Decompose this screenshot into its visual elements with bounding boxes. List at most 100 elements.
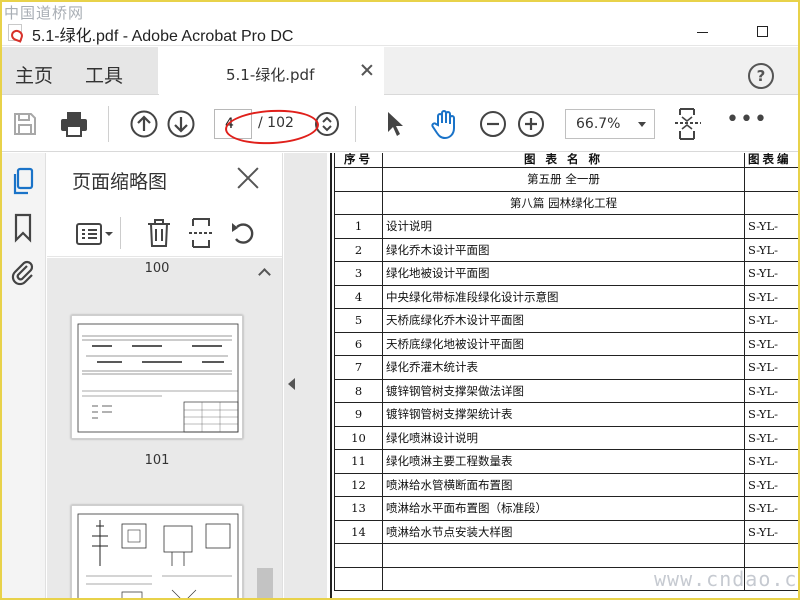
maximize-button[interactable] <box>742 18 782 44</box>
zoom-select[interactable]: 66.7% <box>565 109 655 139</box>
document-view[interactable]: 序号 图 表 名 称 图表编 第五册 全一册 第八篇 园林绿化工程 1 设计说明 S… <box>304 153 800 600</box>
row-number: 3 <box>334 261 383 286</box>
panel-separator <box>120 217 121 249</box>
menu-tools[interactable]: 工具 <box>85 61 123 88</box>
watermark-top: 中国道桥网 <box>4 4 85 22</box>
title-bar: 中国道桥网 5.1-绿化.pdf - Adobe Acrobat Pro DC <box>0 0 800 46</box>
attachments-button[interactable] <box>10 257 38 287</box>
row-title: 天桥底绿化地被设计平面图 <box>382 331 745 356</box>
bookmark-icon <box>14 213 32 243</box>
more-tools-icon[interactable]: ••• <box>726 109 768 131</box>
fit-page-button[interactable] <box>672 108 704 140</box>
save-icon <box>14 113 36 135</box>
document-page: 序号 图 表 名 称 图表编 第五册 全一册 第八篇 园林绿化工程 1 设计说明 S… <box>327 153 800 600</box>
row-code: S-YL- <box>744 261 800 286</box>
row-code: S-YL- <box>744 308 800 333</box>
help-icon[interactable]: ? <box>748 63 774 89</box>
table-row: 14 喷淋给水节点安装大样图 S-YL- <box>334 519 800 544</box>
row-number: 10 <box>334 425 383 450</box>
thumbnail-page[interactable] <box>71 315 243 439</box>
acrobat-pdf-icon <box>8 24 22 41</box>
toolbar: 4 / 102 66.7% ••• <box>0 96 800 152</box>
row-number: 14 <box>334 519 383 544</box>
row-code: S-YL- <box>744 214 800 239</box>
thumbnail-number: 100 <box>144 261 170 276</box>
table-row: 7 绿化乔灌木统计表 S-YL- <box>334 355 800 380</box>
row-title: 镀锌钢管树支撑架统计表 <box>382 402 745 427</box>
table-empty-row <box>334 543 800 568</box>
bookmarks-button[interactable] <box>10 213 38 243</box>
row-number: 5 <box>334 308 383 333</box>
row-title: 中央绿化带标准段绿化设计示意图 <box>382 284 745 309</box>
panel-close-icon[interactable] <box>237 167 259 189</box>
hand-icon <box>431 110 455 140</box>
table-row: 3 绿化地被设计平面图 S-YL- <box>334 261 800 286</box>
select-tool-button[interactable] <box>380 108 410 140</box>
table-row: 8 镀锌钢管树支撑架做法详图 S-YL- <box>334 378 800 403</box>
row-code: S-YL- <box>744 449 800 474</box>
next-page-button[interactable] <box>165 108 197 140</box>
table-row: 2 绿化乔木设计平面图 S-YL- <box>334 237 800 262</box>
document-tab-label: 5.1-绿化.pdf <box>226 66 315 84</box>
section-label: 第八篇 园林绿化工程 <box>382 190 745 215</box>
previous-page-button[interactable] <box>128 108 160 140</box>
tab-close-icon[interactable] <box>361 64 373 76</box>
row-title: 喷淋给水管横断面布置图 <box>382 472 745 497</box>
row-code: S-YL- <box>744 402 800 427</box>
drawing-index-table: 序号 图 表 名 称 图表编 第五册 全一册 第八篇 园林绿化工程 1 设计说明 S… <box>334 153 800 591</box>
arrow-down-circle-icon <box>167 110 195 138</box>
row-number: 8 <box>334 378 383 403</box>
rotate-icon <box>232 223 254 244</box>
header-number: 序号 <box>334 153 383 168</box>
page-border-line <box>330 153 332 600</box>
insert-page-button[interactable] <box>187 217 217 249</box>
section-label: 第五册 全一册 <box>382 167 745 192</box>
trash-icon <box>148 219 170 247</box>
panel-collapse-handle[interactable] <box>284 153 304 600</box>
tab-bar: 主页 工具 5.1-绿化.pdf ? <box>0 47 800 95</box>
chevron-up-icon[interactable] <box>258 268 271 281</box>
minimize-icon <box>696 31 708 33</box>
zoom-in-button[interactable] <box>516 108 546 140</box>
page-thumbnails-icon <box>13 167 34 195</box>
table-row: 1 设计说明 S-YL- <box>334 214 800 239</box>
row-code: S-YL- <box>744 378 800 403</box>
insert-page-icon <box>189 218 213 248</box>
thumbnail-options-button[interactable] <box>75 219 115 249</box>
thumbnail-page[interactable] <box>71 505 243 600</box>
hand-tool-button[interactable] <box>428 108 462 140</box>
print-button[interactable] <box>58 108 90 140</box>
page-thumbnails-button[interactable] <box>10 167 38 197</box>
delete-page-button[interactable] <box>145 217 175 249</box>
thumbnail-number: 101 <box>144 453 170 468</box>
header-name: 图 表 名 称 <box>382 153 745 168</box>
scrollbar-thumb[interactable] <box>257 568 273 598</box>
row-number: 13 <box>334 496 383 521</box>
row-code: S-YL- <box>744 284 800 309</box>
arrow-up-circle-icon <box>130 110 158 138</box>
minimize-button[interactable] <box>682 18 722 44</box>
header-code: 图表编 <box>744 153 800 168</box>
thumbnails-panel: 页面缩略图 100 101 <box>47 153 283 600</box>
thumbnail-scrollbar[interactable] <box>255 258 275 600</box>
row-title: 绿化喷淋设计说明 <box>382 425 745 450</box>
row-title: 天桥底绿化乔木设计平面图 <box>382 308 745 333</box>
row-code: S-YL- <box>744 331 800 356</box>
zoom-out-button[interactable] <box>478 108 508 140</box>
menu-home[interactable]: 主页 <box>15 61 53 88</box>
table-row: 10 绿化喷淋设计说明 S-YL- <box>334 425 800 450</box>
options-menu-icon <box>76 223 113 245</box>
table-section-row: 第八篇 园林绿化工程 <box>334 190 800 215</box>
tab-bar-empty: ? <box>384 47 800 94</box>
document-tab[interactable]: 5.1-绿化.pdf <box>159 47 384 95</box>
row-number: 2 <box>334 237 383 262</box>
thumbnail-list[interactable]: 100 101 <box>47 258 282 600</box>
window-title: 5.1-绿化.pdf - Adobe Acrobat Pro DC <box>32 28 294 45</box>
row-title: 绿化乔灌木统计表 <box>382 355 745 380</box>
rotate-page-button[interactable] <box>229 217 259 249</box>
collapse-arrow-icon <box>288 378 295 390</box>
row-code: S-YL- <box>744 355 800 380</box>
row-code: S-YL- <box>744 472 800 497</box>
row-title: 设计说明 <box>382 214 745 239</box>
save-button[interactable] <box>10 108 40 140</box>
